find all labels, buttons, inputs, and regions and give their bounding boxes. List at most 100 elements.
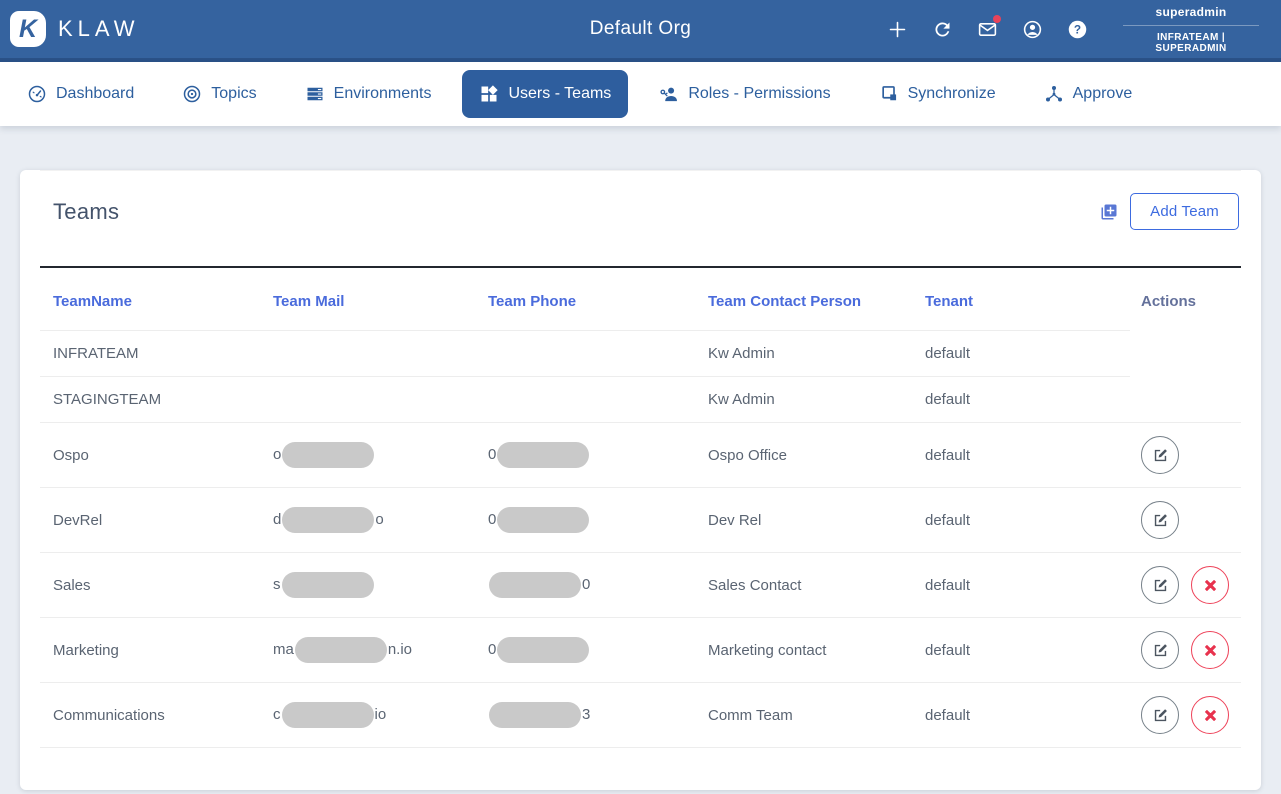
table-row: INFRATEAM Kw Admin default (40, 330, 1241, 377)
team-mail-cell (260, 330, 475, 377)
mail-icon[interactable] (975, 15, 1001, 41)
tab-approve[interactable]: Approve (1027, 70, 1150, 118)
page-title: Teams (53, 198, 120, 224)
delete-x-icon (1204, 644, 1216, 656)
edit-team-button[interactable] (1141, 696, 1179, 734)
teams-table: TeamName Team Mail Team Phone Team Conta… (40, 266, 1241, 748)
team-phone-cell (475, 330, 695, 377)
edit-icon (1154, 578, 1167, 591)
edit-icon (1154, 448, 1167, 461)
tab-label: Topics (211, 85, 257, 102)
col-header-actions: Actions (1141, 293, 1197, 311)
table-row: Sales s 0 Sales Contact default (40, 552, 1241, 618)
tab-dashboard[interactable]: Dashboard (10, 70, 151, 118)
tab-environments[interactable]: Environments (288, 70, 449, 118)
delete-team-button[interactable] (1191, 631, 1230, 669)
tab-label: Roles - Permissions (688, 85, 831, 102)
tab-roles-permissions[interactable]: Roles - Permissions (642, 70, 847, 118)
delete-x-icon (1204, 709, 1216, 721)
tenant-cell: default (912, 552, 1130, 618)
team-phone-cell: 3 (475, 682, 695, 748)
visible-text: d (273, 510, 282, 528)
visible-text: s (273, 575, 281, 593)
team-name-cell: INFRATEAM (40, 330, 260, 377)
team-name-cell: Marketing (40, 617, 260, 683)
header-actions: ? (885, 15, 1089, 41)
visible-text: 0 (488, 445, 497, 463)
visible-text: o (375, 510, 384, 528)
redacted-value (282, 442, 375, 468)
visible-text: o (273, 445, 282, 463)
edit-team-button[interactable] (1141, 631, 1179, 669)
tab-synchronize[interactable]: Synchronize (862, 70, 1013, 118)
actions-cell (1130, 682, 1241, 748)
edit-team-button[interactable] (1141, 436, 1179, 474)
edit-team-button[interactable] (1141, 566, 1179, 604)
redacted-value (282, 507, 375, 533)
col-header-team-mail: Team Mail (260, 267, 475, 331)
team-contact-cell: Sales Contact (695, 552, 912, 618)
team-contact-cell: Marketing contact (695, 617, 912, 683)
visible-text: io (374, 705, 387, 723)
edit-icon (1154, 513, 1167, 526)
table-row: DevRel do 0 Dev Rel default (40, 487, 1241, 553)
delete-team-button[interactable] (1191, 566, 1230, 604)
tab-label: Synchronize (907, 85, 996, 102)
visible-text: n.io (387, 640, 413, 658)
library-add-icon[interactable] (1100, 203, 1118, 221)
add-team-button[interactable]: Add Team (1130, 193, 1239, 230)
tab-label: Environments (333, 85, 432, 102)
team-mail-cell: o (260, 422, 475, 488)
tab-label: Dashboard (56, 85, 135, 102)
team-contact-cell: Kw Admin (695, 330, 912, 377)
tenant-cell: default (912, 682, 1130, 748)
visible-text: c (273, 705, 281, 723)
topics-target-icon (184, 85, 201, 103)
user-name: superadmin (1123, 5, 1259, 26)
redacted-value (489, 572, 581, 598)
org-title: Default Org (589, 18, 692, 39)
teams-header-actions: Add Team (1100, 193, 1239, 230)
tab-users-teams[interactable]: Users - Teams (462, 70, 629, 118)
unread-badge (993, 15, 1001, 23)
tenant-cell: default (912, 617, 1130, 683)
account-icon[interactable] (1020, 17, 1044, 41)
help-glyph: ? (1073, 22, 1080, 36)
user-team-role: INFRATEAM | SUPERADMIN (1155, 31, 1227, 54)
refresh-icon[interactable] (930, 17, 954, 41)
help-icon[interactable]: ? (1065, 17, 1089, 41)
team-mail-cell (260, 376, 475, 423)
delete-team-button[interactable] (1191, 696, 1230, 734)
synchronize-icon (881, 86, 896, 101)
redacted-value (281, 702, 374, 728)
tenant-cell: default (912, 422, 1130, 488)
table-row: STAGINGTEAM Kw Admin default (40, 376, 1241, 423)
teams-table-body: INFRATEAM Kw Admin default STAGINGTEAM K… (40, 330, 1241, 748)
edit-team-button[interactable] (1141, 501, 1179, 539)
add-icon[interactable] (885, 17, 909, 41)
col-header-contact-person: Team Contact Person (695, 267, 912, 331)
redacted-value (294, 637, 387, 663)
app-header: K KLAW Default Org ? superadmin INFRATEA… (0, 0, 1281, 62)
col-header-tenant: Tenant (912, 267, 1130, 331)
team-mail-cell: do (260, 487, 475, 553)
teams-card: Teams Add Team TeamName Team Mail Team P… (20, 170, 1261, 790)
redacted-value (281, 572, 374, 598)
actions-cell (1130, 422, 1241, 488)
users-teams-widgets-icon (481, 85, 499, 102)
edit-icon (1154, 643, 1167, 656)
tab-topics[interactable]: Topics (165, 70, 273, 118)
user-menu[interactable]: superadmin INFRATEAM | SUPERADMIN (1123, 5, 1259, 54)
roles-permissions-icon (660, 87, 678, 102)
actions-cell (1130, 487, 1241, 553)
col-header-team-phone: Team Phone (475, 267, 695, 331)
redacted-value (489, 702, 581, 728)
team-phone-cell: 0 (475, 487, 695, 553)
actions-cell (1130, 617, 1241, 683)
tab-label: Approve (1072, 85, 1133, 102)
brand-logo[interactable]: K KLAW (10, 11, 140, 47)
team-mail-cell: ma n.io (260, 617, 475, 683)
actions-cell (1130, 552, 1241, 618)
team-name-cell: Communications (40, 682, 260, 748)
teams-card-header: Teams Add Team (20, 171, 1261, 230)
